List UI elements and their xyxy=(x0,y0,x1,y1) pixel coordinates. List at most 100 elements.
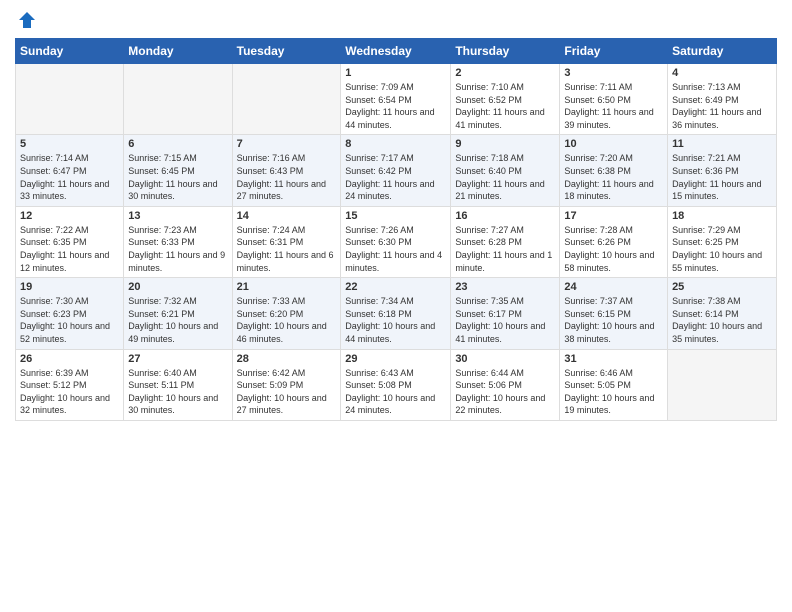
calendar-week-5: 26Sunrise: 6:39 AM Sunset: 5:12 PM Dayli… xyxy=(16,349,777,420)
day-number: 27 xyxy=(128,353,227,365)
day-info: Sunrise: 7:10 AM Sunset: 6:52 PM Dayligh… xyxy=(455,81,555,131)
calendar-cell-5-6: 31Sunrise: 6:46 AM Sunset: 5:05 PM Dayli… xyxy=(560,349,668,420)
day-info: Sunrise: 7:09 AM Sunset: 6:54 PM Dayligh… xyxy=(345,81,446,131)
day-number: 19 xyxy=(20,281,119,293)
calendar-cell-5-4: 29 Sunrise: 6:43 AM Sunset: 5:08 PM Dayli… xyxy=(341,349,451,420)
day-info: Sunrise: 7:37 AM Sunset: 6:15 PM Dayligh… xyxy=(564,295,663,345)
day-info: Sunrise: 7:14 AM Sunset: 6:47 PM Dayligh… xyxy=(20,152,119,202)
day-number: 7 xyxy=(237,138,337,150)
day-number: 3 xyxy=(564,67,663,79)
day-info: Sunrise: 7:18 AM Sunset: 6:40 PM Dayligh… xyxy=(455,152,555,202)
day-number: 24 xyxy=(564,281,663,293)
calendar-cell-3-5: 16 Sunrise: 7:27 AM Sunset: 6:28 PM Dayli… xyxy=(451,206,560,277)
calendar-cell-1-4: 1 Sunrise: 7:09 AM Sunset: 6:54 PM Daylig… xyxy=(341,64,451,135)
calendar-cell-2-4: 8Sunrise: 7:17 AM Sunset: 6:42 PM Daylig… xyxy=(341,135,451,206)
day-info: Sunrise: 7:28 AM Sunset: 6:26 PM Dayligh… xyxy=(564,224,663,274)
day-number: 11 xyxy=(672,138,772,150)
day-info: Sunrise: 7:24 AM Sunset: 6:31 PM Dayligh… xyxy=(237,224,337,274)
logo-icon xyxy=(17,10,37,30)
day-info: Sunrise: 7:22 AM Sunset: 6:35 PM Dayligh… xyxy=(20,224,119,274)
day-number: 14 xyxy=(237,210,337,222)
calendar-cell-5-7 xyxy=(668,349,777,420)
day-number: 12 xyxy=(20,210,119,222)
day-info: Sunrise: 6:39 AM Sunset: 5:12 PM Dayligh… xyxy=(20,367,119,417)
calendar-cell-1-5: 2 Sunrise: 7:10 AM Sunset: 6:52 PM Daylig… xyxy=(451,64,560,135)
day-info: Sunrise: 7:11 AM Sunset: 6:50 PM Dayligh… xyxy=(564,81,663,131)
day-info: Sunrise: 6:40 AM Sunset: 5:11 PM Dayligh… xyxy=(128,367,227,417)
day-number: 18 xyxy=(672,210,772,222)
day-info: Sunrise: 7:23 AM Sunset: 6:33 PM Dayligh… xyxy=(128,224,227,274)
calendar-cell-5-2: 27 Sunrise: 6:40 AM Sunset: 5:11 PM Dayli… xyxy=(124,349,232,420)
day-info: Sunrise: 6:43 AM Sunset: 5:08 PM Dayligh… xyxy=(345,367,446,417)
day-number: 10 xyxy=(564,138,663,150)
calendar-header-friday: Friday xyxy=(560,39,668,64)
calendar-cell-3-2: 13 Sunrise: 7:23 AM Sunset: 6:33 PM Dayli… xyxy=(124,206,232,277)
day-number: 25 xyxy=(672,281,772,293)
calendar-cell-4-6: 24 Sunrise: 7:37 AM Sunset: 6:15 PM Dayli… xyxy=(560,278,668,349)
calendar-cell-1-2 xyxy=(124,64,232,135)
calendar-week-2: 5 Sunrise: 7:14 AM Sunset: 6:47 PM Daylig… xyxy=(16,135,777,206)
day-info: Sunrise: 7:35 AM Sunset: 6:17 PM Dayligh… xyxy=(455,295,555,345)
day-number: 28 xyxy=(237,353,337,365)
day-number: 2 xyxy=(455,67,555,79)
day-info: Sunrise: 7:21 AM Sunset: 6:36 PM Dayligh… xyxy=(672,152,772,202)
header xyxy=(15,10,777,30)
day-info: Sunrise: 7:13 AM Sunset: 6:49 PM Dayligh… xyxy=(672,81,772,131)
day-number: 1 xyxy=(345,67,446,79)
calendar-header-thursday: Thursday xyxy=(451,39,560,64)
calendar-header-tuesday: Tuesday xyxy=(232,39,341,64)
day-number: 13 xyxy=(128,210,227,222)
day-number: 17 xyxy=(564,210,663,222)
day-number: 5 xyxy=(20,138,119,150)
day-info: Sunrise: 7:38 AM Sunset: 6:14 PM Dayligh… xyxy=(672,295,772,345)
calendar-cell-4-2: 20 Sunrise: 7:32 AM Sunset: 6:21 PM Dayli… xyxy=(124,278,232,349)
day-number: 20 xyxy=(128,281,227,293)
calendar-cell-4-5: 23 Sunrise: 7:35 AM Sunset: 6:17 PM Dayli… xyxy=(451,278,560,349)
page: SundayMondayTuesdayWednesdayThursdayFrid… xyxy=(0,0,792,612)
calendar-cell-1-3 xyxy=(232,64,341,135)
day-info: Sunrise: 7:27 AM Sunset: 6:28 PM Dayligh… xyxy=(455,224,555,274)
calendar-cell-3-7: 18 Sunrise: 7:29 AM Sunset: 6:25 PM Dayli… xyxy=(668,206,777,277)
calendar-cell-3-1: 12 Sunrise: 7:22 AM Sunset: 6:35 PM Dayli… xyxy=(16,206,124,277)
calendar-cell-2-7: 11 Sunrise: 7:21 AM Sunset: 6:36 PM Dayli… xyxy=(668,135,777,206)
calendar-cell-1-1 xyxy=(16,64,124,135)
day-info: Sunrise: 6:44 AM Sunset: 5:06 PM Dayligh… xyxy=(455,367,555,417)
calendar-cell-1-6: 3 Sunrise: 7:11 AM Sunset: 6:50 PM Daylig… xyxy=(560,64,668,135)
calendar-table: SundayMondayTuesdayWednesdayThursdayFrid… xyxy=(15,38,777,421)
day-number: 9 xyxy=(455,138,555,150)
day-info: Sunrise: 7:30 AM Sunset: 6:23 PM Dayligh… xyxy=(20,295,119,345)
calendar-cell-4-3: 21Sunrise: 7:33 AM Sunset: 6:20 PM Dayli… xyxy=(232,278,341,349)
calendar-cell-2-6: 10Sunrise: 7:20 AM Sunset: 6:38 PM Dayli… xyxy=(560,135,668,206)
calendar-week-1: 1 Sunrise: 7:09 AM Sunset: 6:54 PM Daylig… xyxy=(16,64,777,135)
day-number: 15 xyxy=(345,210,446,222)
day-info: Sunrise: 7:32 AM Sunset: 6:21 PM Dayligh… xyxy=(128,295,227,345)
day-number: 4 xyxy=(672,67,772,79)
day-info: Sunrise: 7:33 AM Sunset: 6:20 PM Dayligh… xyxy=(237,295,337,345)
calendar-cell-2-1: 5 Sunrise: 7:14 AM Sunset: 6:47 PM Daylig… xyxy=(16,135,124,206)
logo xyxy=(15,10,37,30)
day-number: 23 xyxy=(455,281,555,293)
day-info: Sunrise: 7:16 AM Sunset: 6:43 PM Dayligh… xyxy=(237,152,337,202)
day-number: 16 xyxy=(455,210,555,222)
calendar-header-monday: Monday xyxy=(124,39,232,64)
calendar-header-saturday: Saturday xyxy=(668,39,777,64)
day-info: Sunrise: 7:17 AM Sunset: 6:42 PM Dayligh… xyxy=(345,152,446,202)
calendar-cell-5-5: 30Sunrise: 6:44 AM Sunset: 5:06 PM Dayli… xyxy=(451,349,560,420)
day-number: 29 xyxy=(345,353,446,365)
day-info: Sunrise: 7:29 AM Sunset: 6:25 PM Dayligh… xyxy=(672,224,772,274)
calendar-cell-2-3: 7 Sunrise: 7:16 AM Sunset: 6:43 PM Daylig… xyxy=(232,135,341,206)
day-number: 22 xyxy=(345,281,446,293)
calendar-week-4: 19 Sunrise: 7:30 AM Sunset: 6:23 PM Dayli… xyxy=(16,278,777,349)
day-info: Sunrise: 6:42 AM Sunset: 5:09 PM Dayligh… xyxy=(237,367,337,417)
calendar-cell-3-4: 15Sunrise: 7:26 AM Sunset: 6:30 PM Dayli… xyxy=(341,206,451,277)
calendar-cell-4-1: 19 Sunrise: 7:30 AM Sunset: 6:23 PM Dayli… xyxy=(16,278,124,349)
calendar-cell-4-7: 25 Sunrise: 7:38 AM Sunset: 6:14 PM Dayli… xyxy=(668,278,777,349)
calendar-week-3: 12 Sunrise: 7:22 AM Sunset: 6:35 PM Dayli… xyxy=(16,206,777,277)
calendar-header-sunday: Sunday xyxy=(16,39,124,64)
calendar-cell-1-7: 4 Sunrise: 7:13 AM Sunset: 6:49 PM Daylig… xyxy=(668,64,777,135)
calendar-cell-5-1: 26Sunrise: 6:39 AM Sunset: 5:12 PM Dayli… xyxy=(16,349,124,420)
calendar-cell-3-3: 14 Sunrise: 7:24 AM Sunset: 6:31 PM Dayli… xyxy=(232,206,341,277)
calendar-cell-2-5: 9 Sunrise: 7:18 AM Sunset: 6:40 PM Daylig… xyxy=(451,135,560,206)
day-info: Sunrise: 7:15 AM Sunset: 6:45 PM Dayligh… xyxy=(128,152,227,202)
calendar-header-wednesday: Wednesday xyxy=(341,39,451,64)
